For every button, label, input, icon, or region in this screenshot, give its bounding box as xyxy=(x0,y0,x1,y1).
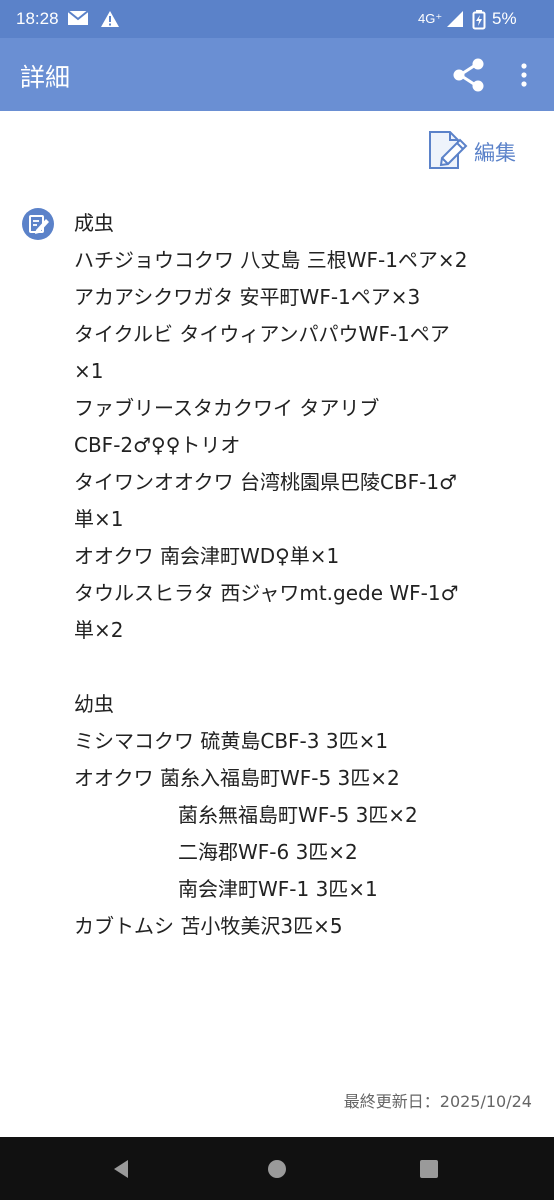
back-button[interactable] xyxy=(108,1156,134,1182)
memo-line: ×1 xyxy=(74,359,104,383)
edit-note-icon xyxy=(426,128,470,176)
edit-button[interactable]: 編集 xyxy=(426,128,526,172)
recents-button[interactable] xyxy=(416,1156,442,1182)
battery-percent: 5% xyxy=(492,9,517,28)
edit-label: 編集 xyxy=(474,141,516,165)
share-icon xyxy=(453,58,484,92)
memo-line: タイクルビ タイウィアンパパウWF-1ペア xyxy=(74,322,450,346)
memo-line: 成虫 xyxy=(74,211,114,235)
share-button[interactable] xyxy=(450,58,488,92)
memo-icon xyxy=(22,208,54,244)
last-updated: 最終更新日：2025/10/24 xyxy=(343,1092,532,1111)
memo-line: ハチジョウコクワ 八丈島 三根WF-1ペア×2 xyxy=(74,248,468,272)
memo-line: 単×1 xyxy=(74,507,124,531)
memo-line: ミシマコクワ 硫黄島CBF-3 3匹×1 xyxy=(74,729,389,753)
app-bar: 詳細 xyxy=(0,38,554,111)
memo-blank-line xyxy=(74,649,536,686)
memo-line: 単×2 xyxy=(74,618,124,642)
memo-line: アカアシクワガタ 安平町WF-1ペア×3 xyxy=(74,285,421,309)
memo-line: タウルスヒラタ 西ジャワmt.gede WF-1♂ xyxy=(74,581,459,605)
recents-icon xyxy=(420,1160,438,1178)
page-title: 詳細 xyxy=(20,63,71,92)
more-vert-icon xyxy=(521,63,527,87)
home-button[interactable] xyxy=(264,1156,290,1182)
signal-icon xyxy=(446,10,464,33)
gmail-icon xyxy=(67,10,89,31)
network-type: 4G⁺ xyxy=(418,11,443,26)
more-options-button[interactable] xyxy=(512,58,536,92)
memo-line: カブトムシ 苫小牧美沢3匹×5 xyxy=(74,914,343,938)
memo-line: ファブリースタカクワイ タアリブ xyxy=(74,396,380,420)
memo-line: オオクワ 菌糸入福島町WF-5 3匹×2 xyxy=(74,766,400,790)
memo-line: 幼虫 xyxy=(74,692,114,716)
memo-line: オオクワ 南会津町WD♀単×1 xyxy=(74,544,340,568)
battery-icon xyxy=(472,10,486,35)
memo-content: 成虫 ハチジョウコクワ 八丈島 三根WF-1ペア×2 アカアシクワガタ 安平町W… xyxy=(74,205,536,945)
memo-line: 菌糸無福島町WF-5 3匹×2 xyxy=(178,803,418,827)
status-bar: 18:28 4G⁺ 5% xyxy=(0,0,554,38)
back-icon xyxy=(114,1160,128,1178)
navigation-bar xyxy=(0,1137,554,1200)
memo-line: 南会津町WF-1 3匹×1 xyxy=(178,877,378,901)
warning-icon xyxy=(100,10,120,33)
memo-line: CBF-2♂♀♀トリオ xyxy=(74,433,241,457)
memo-line: タイワンオオクワ 台湾桃園県巴陵CBF-1♂ xyxy=(74,470,458,494)
home-icon xyxy=(268,1160,286,1178)
memo-line: 二海郡WF-6 3匹×2 xyxy=(178,840,358,864)
status-time: 18:28 xyxy=(16,9,59,28)
